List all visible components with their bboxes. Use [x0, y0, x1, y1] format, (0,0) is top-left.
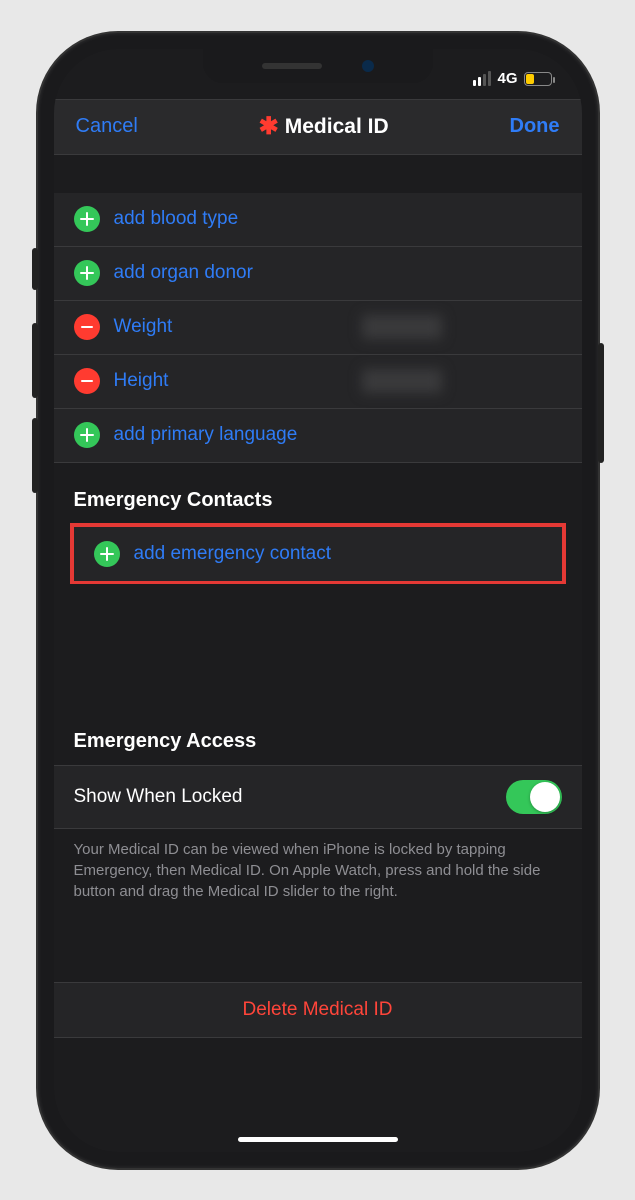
toggle-knob	[530, 782, 560, 812]
title-text: Medical ID	[285, 115, 389, 139]
minus-icon	[74, 314, 100, 340]
page-title: ✱ Medical ID	[259, 115, 389, 139]
plus-icon	[74, 206, 100, 232]
volume-up	[32, 323, 38, 398]
add-emergency-contact-label: add emergency contact	[134, 543, 332, 565]
show-when-locked-toggle[interactable]	[506, 780, 562, 814]
front-camera	[362, 60, 374, 72]
mute-switch	[32, 248, 38, 290]
medical-asterisk-icon: ✱	[259, 115, 279, 139]
emergency-access-footer: Your Medical ID can be viewed when iPhon…	[54, 829, 582, 922]
emergency-access-header: Emergency Access	[54, 704, 582, 765]
add-primary-language-row[interactable]: add primary language	[54, 409, 582, 463]
add-organ-donor-row[interactable]: add organ donor	[54, 247, 582, 301]
height-label: Height	[114, 370, 169, 392]
plus-icon	[94, 541, 120, 567]
content-scroll[interactable]: add blood type add organ donor Weight	[54, 155, 582, 1152]
emergency-contacts-header: Emergency Contacts	[54, 463, 582, 524]
show-when-locked-label: Show When Locked	[74, 786, 243, 808]
add-blood-type-row[interactable]: add blood type	[54, 193, 582, 247]
signal-icon	[473, 71, 491, 86]
highlight-box: add emergency contact	[70, 523, 566, 585]
power-button	[598, 343, 604, 463]
volume-down	[32, 418, 38, 493]
speaker	[262, 63, 322, 69]
height-value-blurred	[362, 369, 442, 393]
battery-icon	[524, 72, 552, 86]
weight-label: Weight	[114, 316, 173, 338]
add-organ-donor-label: add organ donor	[114, 262, 253, 284]
add-blood-type-label: add blood type	[114, 208, 239, 230]
weight-value-blurred	[362, 315, 442, 339]
height-row[interactable]: Height	[54, 355, 582, 409]
delete-medical-id-button[interactable]: Delete Medical ID	[54, 982, 582, 1038]
done-button[interactable]: Done	[510, 115, 560, 138]
add-emergency-contact-row[interactable]: add emergency contact	[74, 527, 562, 581]
weight-row[interactable]: Weight	[54, 301, 582, 355]
network-label: 4G	[497, 70, 517, 87]
nav-bar: Cancel ✱ Medical ID Done	[54, 99, 582, 155]
plus-icon	[74, 422, 100, 448]
add-primary-language-label: add primary language	[114, 424, 298, 446]
show-when-locked-row[interactable]: Show When Locked	[54, 765, 582, 829]
notch	[203, 49, 433, 83]
phone-frame: 4G Cancel ✱ Medical ID Done add blood ty…	[38, 33, 598, 1168]
minus-icon	[74, 368, 100, 394]
cancel-button[interactable]: Cancel	[76, 115, 138, 138]
home-indicator[interactable]	[238, 1137, 398, 1142]
screen: 4G Cancel ✱ Medical ID Done add blood ty…	[54, 49, 582, 1152]
plus-icon	[74, 260, 100, 286]
